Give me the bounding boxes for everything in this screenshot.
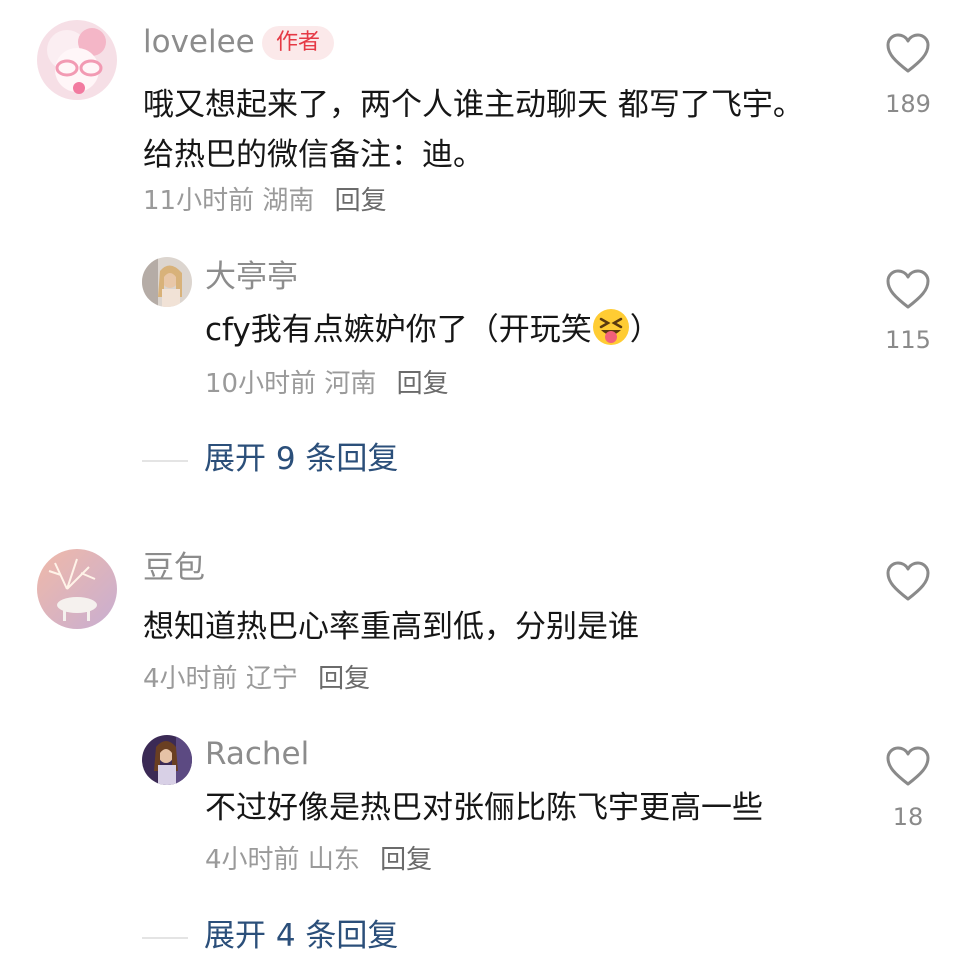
username[interactable]: 豆包 [143, 553, 205, 584]
heart-icon [886, 561, 930, 601]
comment-text: 不过好像是热巴对张俪比陈飞宇更高一些 [205, 790, 763, 826]
reply-button[interactable]: 回复 [397, 369, 449, 399]
reply-button[interactable]: 回复 [335, 186, 387, 216]
heart-icon [886, 746, 930, 786]
avatar[interactable] [142, 735, 192, 785]
divider [142, 937, 188, 939]
timestamp: 4小时前 [143, 664, 238, 694]
timestamp: 10小时前 [205, 369, 317, 399]
heart-icon [886, 269, 930, 309]
reply-text: cfy我有点嫉妒你了（开玩笑 [205, 312, 592, 348]
like-button[interactable]: 189 [878, 32, 938, 116]
squinting-face-with-tongue-icon [592, 308, 630, 361]
timestamp: 4小时前 [205, 845, 300, 875]
like-count: 18 [892, 803, 924, 831]
expand-replies-button[interactable]: 展开 4 条回复 [204, 921, 398, 952]
location: 河南 [324, 369, 377, 399]
comment-meta: 4小时前 辽宁 回复 [143, 666, 370, 692]
reply-button[interactable]: 回复 [380, 845, 432, 875]
comment-meta: 10小时前 河南 回复 [205, 371, 449, 397]
reply-button[interactable]: 回复 [318, 664, 370, 694]
comment-text: 哦又想起来了，两个人谁主动聊天 都写了飞宇。给热巴的微信备注：迪。 [143, 87, 804, 173]
comment-text: 想知道热巴心率重高到低，分别是谁 [143, 609, 639, 645]
like-count: 189 [885, 90, 931, 118]
like-button[interactable] [878, 560, 938, 606]
avatar[interactable] [37, 549, 117, 629]
divider [142, 460, 188, 462]
like-button[interactable]: 115 [878, 268, 938, 352]
comment-meta: 11小时前 湖南 回复 [143, 188, 387, 214]
comment-text: cfy我有点嫉妒你了（开玩笑 ） [205, 305, 845, 361]
comment-meta: 4小时前 山东 回复 [205, 847, 432, 873]
timestamp: 11小时前 [143, 186, 255, 216]
username[interactable]: Rachel [205, 739, 309, 770]
location: 山东 [307, 845, 360, 875]
avatar[interactable] [37, 20, 117, 100]
heart-icon [886, 33, 930, 73]
reply-text-suffix: ） [629, 312, 661, 348]
author-badge: 作者 [262, 26, 335, 60]
username[interactable]: 大亭亭 [205, 262, 298, 293]
expand-replies-button[interactable]: 展开 9 条回复 [204, 444, 398, 475]
location: 辽宁 [245, 664, 298, 694]
avatar[interactable] [142, 257, 192, 307]
username[interactable]: lovelee [143, 27, 255, 58]
location: 湖南 [262, 186, 315, 216]
like-button[interactable]: 18 [878, 745, 938, 829]
like-count: 115 [885, 326, 931, 354]
